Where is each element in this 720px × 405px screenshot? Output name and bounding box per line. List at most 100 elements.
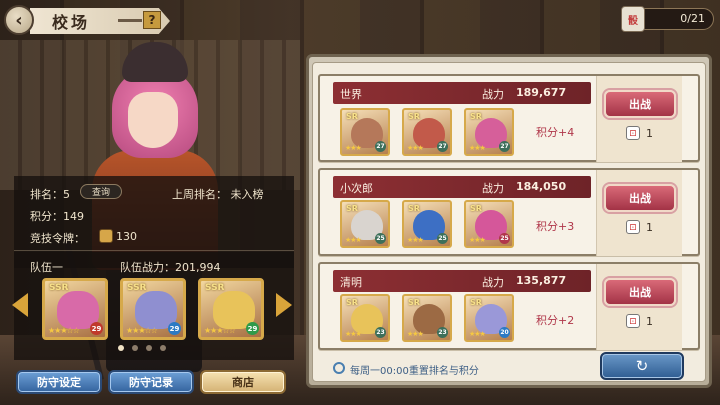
- refresh-button[interactable]: ↻: [600, 352, 684, 380]
- opponent-name: 小次郎: [340, 182, 373, 195]
- level-badge: 23: [375, 327, 386, 338]
- page-dot: [146, 345, 152, 351]
- opponent-hero-avatar: SR ★★★ 27: [464, 108, 514, 156]
- rarity-badge: SR: [346, 112, 358, 121]
- page-dot: [118, 345, 124, 351]
- opponent-score-reward: 积分+4: [536, 126, 575, 139]
- last-week-rank-row: 上周排名： 未入榜: [172, 186, 264, 202]
- team-next-arrow-icon[interactable]: [276, 293, 292, 317]
- team-prev-arrow-icon[interactable]: [12, 293, 28, 317]
- star-rating: ★★★: [407, 144, 424, 152]
- page-dot: [132, 345, 138, 351]
- star-rating: ★★★☆☆: [126, 326, 158, 335]
- rarity-badge: SR: [470, 112, 482, 121]
- dice-cost: 1: [646, 315, 653, 328]
- divider: [14, 250, 294, 251]
- team-power-label: 队伍战力：: [120, 261, 175, 274]
- team-power-value: 201,994: [175, 261, 221, 274]
- level-badge: 29: [90, 322, 103, 335]
- fight-button[interactable]: 出战: [604, 184, 676, 212]
- team-power: 队伍战力：201,994: [120, 259, 221, 275]
- opponent-hero-avatar: SR ★★★ 20: [464, 294, 514, 342]
- page-dot: [160, 345, 166, 351]
- clock-icon: [333, 362, 345, 374]
- level-badge: 25: [499, 233, 510, 244]
- opponent-power-label: 战力: [482, 88, 504, 101]
- opponent-score-reward: 积分+3: [536, 220, 575, 233]
- rank-value: 5: [63, 188, 70, 201]
- title-ornament: [118, 19, 142, 22]
- character-hat: [122, 42, 188, 82]
- resource-count: 0/21: [680, 12, 705, 25]
- refresh-icon: ↻: [635, 357, 649, 375]
- fight-button[interactable]: 出战: [604, 90, 676, 118]
- rarity-badge: SR: [346, 298, 358, 307]
- level-badge: 27: [375, 141, 386, 152]
- star-rating: ★★★: [345, 144, 362, 152]
- rank-label: 排名：: [30, 188, 63, 201]
- last-week-rank-value: 未入榜: [230, 188, 264, 201]
- rarity-badge: SR: [408, 112, 420, 121]
- star-rating: ★★★: [469, 236, 486, 244]
- dice-cost: 1: [646, 221, 653, 234]
- star-rating: ★★★: [345, 236, 362, 244]
- team-member-card[interactable]: SSR ★★★☆☆ 29: [120, 278, 186, 340]
- star-rating: ★★★: [407, 236, 424, 244]
- score-label: 积分：: [30, 210, 63, 223]
- dice-icon: ⚀: [626, 314, 640, 328]
- top-bar: 校场 ‹ ? 骰 0/21: [0, 0, 720, 40]
- dice-icon: ⚀: [626, 220, 640, 234]
- opponent-power: 189,677: [516, 86, 567, 99]
- opponent-hero-avatar: SR ★★★ 23: [402, 294, 452, 342]
- fight-button[interactable]: 出战: [604, 278, 676, 306]
- level-badge: 25: [437, 233, 448, 244]
- opponent-action-area: [596, 264, 682, 350]
- back-button[interactable]: ‹: [4, 5, 34, 35]
- rank-row: 排名：5: [30, 186, 70, 202]
- chevron-left-icon: ‹: [15, 9, 23, 31]
- shop-button[interactable]: 商店: [200, 370, 286, 394]
- star-rating: ★★★☆☆: [204, 326, 236, 335]
- page-indicator: [118, 345, 178, 353]
- star-rating: ★★★: [469, 144, 486, 152]
- defense-setup-button[interactable]: 防守设定: [16, 370, 102, 394]
- opponent-hero-avatar: SR ★★★ 25: [340, 200, 390, 248]
- rarity-badge: SSR: [49, 283, 69, 293]
- weekly-reset-note: 每周一00:00重置排名与积分: [350, 366, 479, 377]
- score-row: 积分：149: [30, 208, 84, 224]
- opponent-hero-avatar: SR ★★★ 27: [340, 108, 390, 156]
- token-label: 竞技令牌：: [30, 232, 85, 245]
- dice-icon: ⚀: [626, 126, 640, 140]
- query-button[interactable]: 查询: [80, 184, 122, 199]
- defense-log-button[interactable]: 防守记录: [108, 370, 194, 394]
- character-face: [128, 92, 178, 148]
- score-value: 149: [63, 210, 84, 223]
- team-member-card[interactable]: SSR ★★★☆☆ 29: [198, 278, 264, 340]
- team-member-card[interactable]: SSR ★★★☆☆ 29: [42, 278, 108, 340]
- level-badge: 23: [437, 327, 448, 338]
- opponent-hero-avatar: SR ★★★ 27: [402, 108, 452, 156]
- opponent-power: 135,877: [516, 274, 567, 287]
- opponent-action-area: [596, 76, 682, 162]
- opponent-power-label: 战力: [482, 182, 504, 195]
- help-icon: ?: [148, 13, 156, 27]
- level-badge: 27: [437, 141, 448, 152]
- token-value: 130: [116, 230, 137, 243]
- help-button[interactable]: ?: [143, 11, 161, 29]
- last-week-rank-label: 上周排名：: [172, 188, 227, 201]
- level-badge: 27: [499, 141, 510, 152]
- opponent-hero-avatar: SR ★★★ 25: [402, 200, 452, 248]
- dice-resource-counter[interactable]: 骰 0/21: [621, 6, 714, 32]
- star-rating: ★★★: [407, 330, 424, 338]
- rarity-badge: SR: [470, 204, 482, 213]
- level-badge: 29: [246, 322, 259, 335]
- rarity-badge: SR: [470, 298, 482, 307]
- rarity-badge: SSR: [205, 283, 225, 293]
- rarity-badge: SR: [408, 204, 420, 213]
- star-rating: ★★★☆☆: [48, 326, 80, 335]
- opponent-score-reward: 积分+2: [536, 314, 575, 327]
- level-badge: 25: [375, 233, 386, 244]
- team-label: 队伍一: [30, 261, 63, 274]
- star-rating: ★★★: [345, 330, 362, 338]
- token-icon: [99, 229, 113, 243]
